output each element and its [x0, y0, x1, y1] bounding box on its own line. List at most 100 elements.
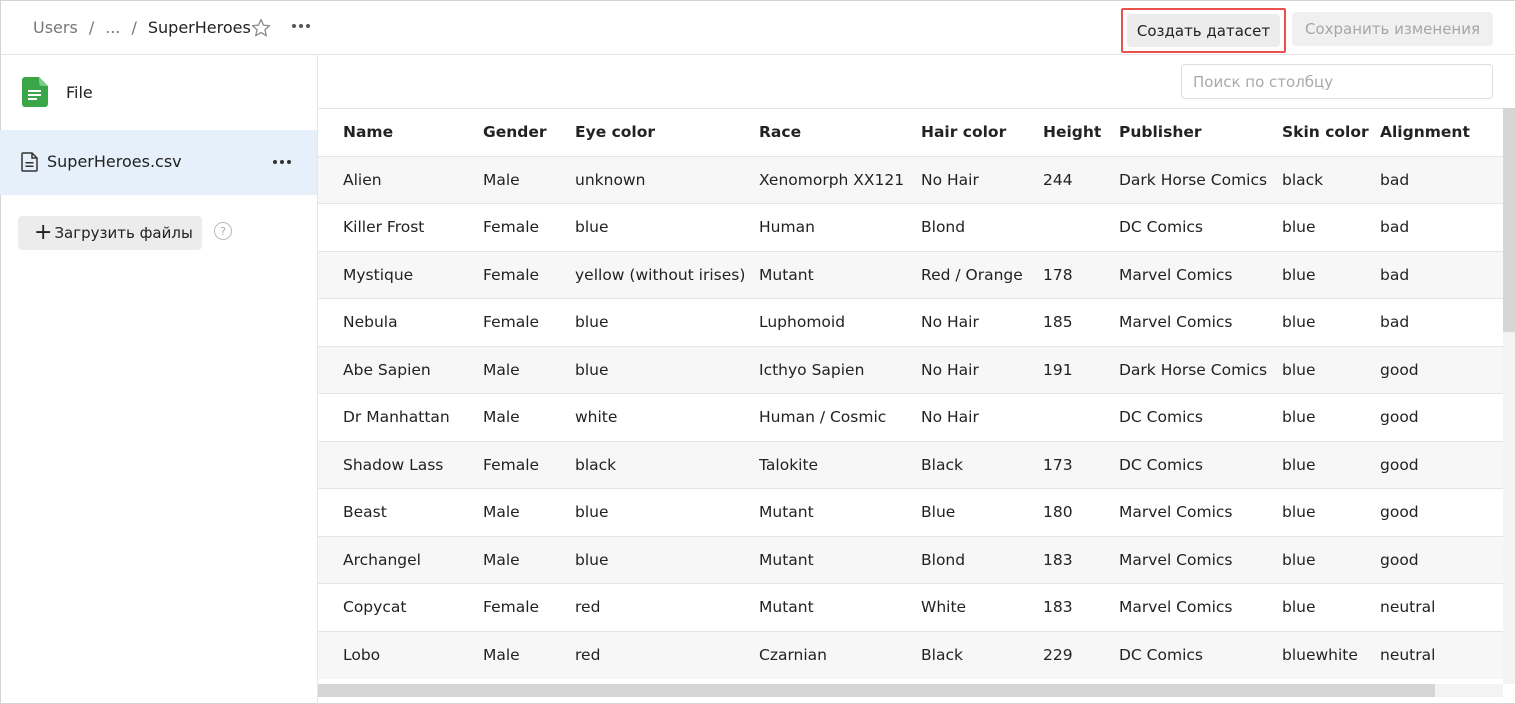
table-cell: Mystique — [318, 250, 483, 299]
table-cell — [1043, 203, 1119, 251]
table-cell: blue — [1282, 583, 1380, 631]
table-cell: No Hair — [921, 155, 1043, 204]
breadcrumb-root[interactable]: Users — [33, 18, 78, 37]
table-cell: Icthyo Sapien — [759, 345, 921, 394]
table-row: Lobo Male red Czarnian Black 229 DC Comics blue… — [318, 630, 1503, 679]
table-cell: Marvel Comics — [1119, 488, 1282, 536]
column-header[interactable]: Gender — [483, 109, 575, 156]
table-cell: blue — [575, 535, 759, 584]
file-list-item[interactable]: SuperHeroes.csv — [0, 130, 317, 195]
column-header[interactable]: Height — [1043, 109, 1119, 156]
table-cell: 183 — [1043, 535, 1119, 584]
table-cell: Alien — [318, 155, 483, 204]
table-cell: No Hair — [921, 393, 1043, 441]
table-cell — [1043, 393, 1119, 441]
column-header[interactable]: Race — [759, 109, 921, 156]
plus-icon: + — [34, 220, 53, 245]
create-dataset-button[interactable]: Создать датасет — [1121, 8, 1286, 53]
table-cell: Marvel Comics — [1119, 535, 1282, 584]
column-search-input[interactable] — [1181, 64, 1493, 99]
table-cell: Dr Manhattan — [318, 393, 483, 441]
table-cell: 173 — [1043, 440, 1119, 489]
table-cell: DC Comics — [1119, 630, 1282, 679]
sidebar: File SuperHeroes.csv + Загрузить файлы ? — [0, 55, 318, 704]
column-header[interactable]: Alignment — [1380, 109, 1503, 156]
table-cell: No Hair — [921, 298, 1043, 346]
table-cell: Lobo — [318, 630, 483, 679]
table-cell: good — [1380, 440, 1503, 489]
table-cell: Mutant — [759, 250, 921, 299]
table-cell: blue — [575, 345, 759, 394]
table-cell: blue — [1282, 488, 1380, 536]
table-cell: White — [921, 583, 1043, 631]
table-cell: red — [575, 583, 759, 631]
top-header: Users / ... / SuperHeroes Создать датасе… — [0, 0, 1516, 55]
table-cell: Czarnian — [759, 630, 921, 679]
column-header[interactable]: Skin color — [1282, 109, 1380, 156]
table-cell: Talokite — [759, 440, 921, 489]
table-row: Beast Male blue Mutant Blue 180 Marvel Comics b… — [318, 488, 1503, 536]
table-cell: Xenomorph XX121 — [759, 155, 921, 204]
table-cell: 178 — [1043, 250, 1119, 299]
horizontal-scrollbar-thumb[interactable] — [318, 684, 1435, 697]
column-header[interactable]: Name — [318, 109, 483, 156]
breadcrumb-separator: / — [88, 18, 95, 37]
table-row: Copycat Female red Mutant White 183 Marvel Com… — [318, 583, 1503, 631]
table-cell: Human — [759, 203, 921, 251]
table-cell: bad — [1380, 155, 1503, 204]
table-cell: red — [575, 630, 759, 679]
table-cell: Nebula — [318, 298, 483, 346]
table-cell: Red / Orange — [921, 250, 1043, 299]
table-cell: Copycat — [318, 583, 483, 631]
breadcrumb-current: SuperHeroes — [147, 18, 251, 37]
table-cell: Mutant — [759, 488, 921, 536]
column-header[interactable]: Publisher — [1119, 109, 1282, 156]
table-header-row: Name Gender Eye color Race Hair color He… — [318, 109, 1503, 156]
table-cell: neutral — [1380, 630, 1503, 679]
table-cell: blue — [575, 298, 759, 346]
save-changes-button[interactable]: Сохранить изменения — [1292, 12, 1493, 46]
document-icon — [21, 152, 38, 172]
table-cell: blue — [1282, 298, 1380, 346]
breadcrumb-ellipsis[interactable]: ... — [105, 18, 120, 37]
table-cell: 244 — [1043, 155, 1119, 204]
table-cell: DC Comics — [1119, 203, 1282, 251]
file-more-icon[interactable] — [273, 160, 291, 164]
spreadsheet-file-icon — [22, 77, 48, 107]
table-cell: blue — [1282, 203, 1380, 251]
table-cell: white — [575, 393, 759, 441]
table-cell: blue — [1282, 345, 1380, 394]
table-cell: good — [1380, 535, 1503, 584]
table-cell: bad — [1380, 298, 1503, 346]
table-cell: 191 — [1043, 345, 1119, 394]
table-cell: Dark Horse Comics — [1119, 345, 1282, 394]
help-icon[interactable]: ? — [214, 222, 232, 240]
breadcrumb-separator: / — [131, 18, 137, 37]
table-row: Abe Sapien Male blue Icthyo Sapien No Hair 19… — [318, 345, 1503, 394]
table-cell: Marvel Comics — [1119, 250, 1282, 299]
table-cell: blue — [575, 203, 759, 251]
file-name: SuperHeroes.csv — [47, 152, 182, 171]
table-cell: Killer Frost — [318, 203, 483, 251]
table-cell: bad — [1380, 203, 1503, 251]
column-header[interactable]: Eye color — [575, 109, 759, 156]
table-cell: Mutant — [759, 583, 921, 631]
more-horizontal-icon[interactable] — [292, 24, 310, 28]
column-header[interactable]: Hair color — [921, 109, 1043, 156]
table-cell: Archangel — [318, 535, 483, 584]
file-section-header: File — [22, 77, 93, 107]
table-cell: Female — [483, 250, 575, 299]
breadcrumb: Users / ... / SuperHeroes — [33, 18, 251, 37]
table-cell: 180 — [1043, 488, 1119, 536]
table-cell: 229 — [1043, 630, 1119, 679]
table-cell: Black — [921, 440, 1043, 489]
upload-files-button[interactable]: + Загрузить файлы — [18, 216, 202, 250]
table-cell: Female — [483, 440, 575, 489]
table-cell: Marvel Comics — [1119, 583, 1282, 631]
table-cell: bad — [1380, 250, 1503, 299]
vertical-scrollbar-thumb[interactable] — [1503, 108, 1515, 332]
star-icon[interactable] — [250, 17, 272, 39]
table-cell: Black — [921, 630, 1043, 679]
table-cell: Male — [483, 155, 575, 204]
table-cell: Shadow Lass — [318, 440, 483, 489]
